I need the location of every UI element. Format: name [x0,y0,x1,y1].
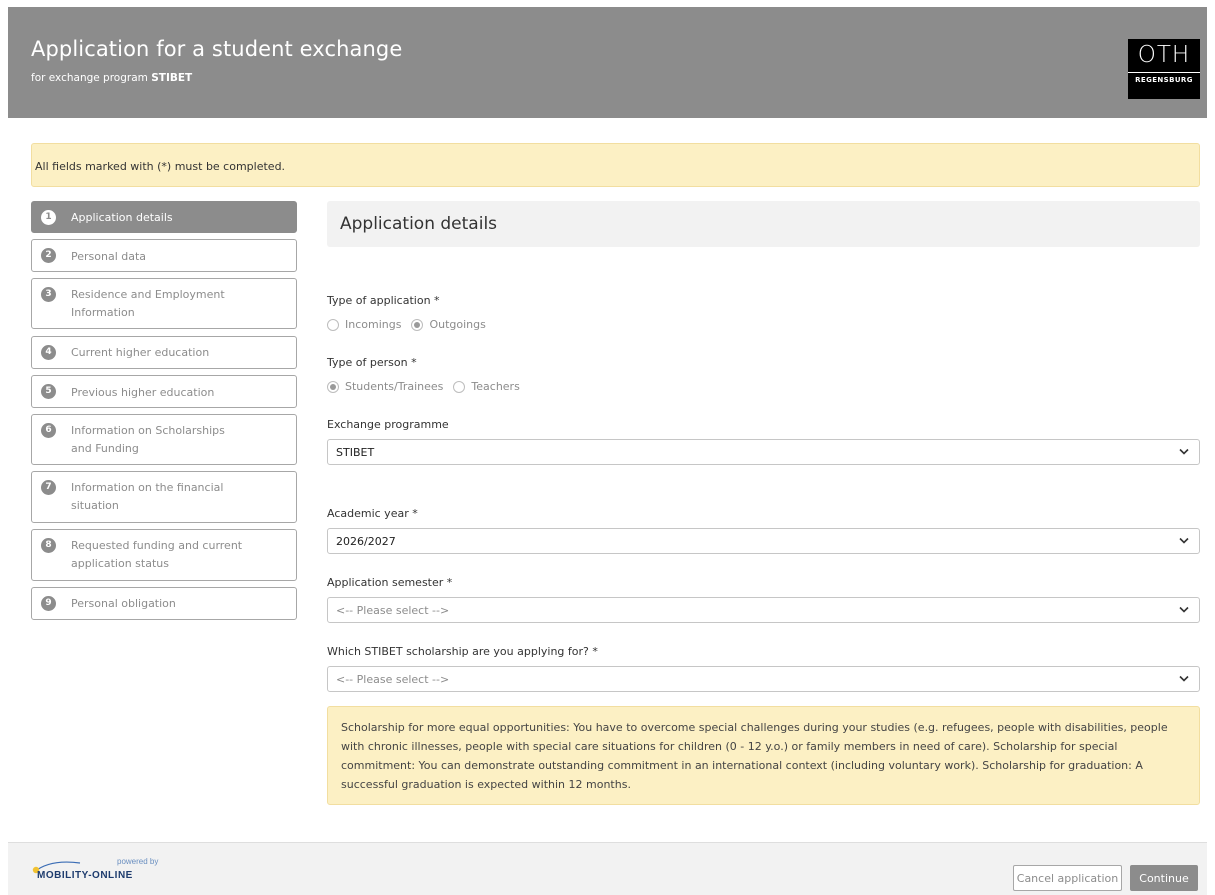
step-label: Personal obligation [71,597,176,610]
scholarship-select[interactable]: <-- Please select --> [327,666,1200,692]
page-subtitle: for exchange program STIBET [31,72,192,84]
page-footer: powered by MOBILITY-ONLINE Cancel applic… [8,842,1207,895]
mobility-online-brand: MOBILITY-ONLINE [37,870,133,881]
step-number: 5 [41,384,56,399]
incomings-radio-label[interactable]: Incomings [345,318,401,331]
subtitle-program: STIBET [151,72,193,84]
step-number: 1 [41,210,56,225]
type-of-application-radio-group: Incomings Outgoings [327,318,496,331]
step-number: 8 [41,538,56,553]
step-label: Personal data [71,250,147,263]
step-label-line2: situation [71,499,119,512]
step-application-details[interactable]: 1 Application details [31,201,297,233]
step-current-higher-education[interactable]: 4 Current higher education [31,336,297,369]
scholarship-info-box: Scholarship for more equal opportunities… [327,706,1200,805]
step-label-line1: Requested funding and current [71,539,243,552]
step-label-line1: Residence and Employment [71,288,225,301]
step-number: 2 [41,248,56,263]
scholarship-value: <-- Please select --> [336,673,450,686]
academic-year-select[interactable]: 2026/2027 [327,528,1200,554]
subtitle-prefix: for exchange program [31,72,152,84]
outgoings-radio-label[interactable]: Outgoings [429,318,485,331]
continue-button[interactable]: Continue [1130,865,1198,891]
step-requested-funding[interactable]: 8 Requested funding and current applicat… [31,529,297,581]
type-of-application-label: Type of application * [327,294,440,307]
step-label-line2: and Funding [71,442,139,455]
academic-year-label: Academic year * [327,507,418,520]
type-of-person-radio-group: Students/Trainees Teachers [327,380,530,393]
step-label-line2: application status [71,557,169,570]
logo-sub-text: REGENSBURG [1135,76,1193,84]
logo-main-text: OTH [1137,42,1191,68]
step-number: 4 [41,345,56,360]
chevron-down-icon [1179,537,1189,544]
chevron-down-icon [1179,675,1189,682]
step-label: Current higher education [71,346,210,359]
application-semester-value: <-- Please select --> [336,604,450,617]
cancel-application-button[interactable]: Cancel application [1013,865,1122,891]
outgoings-radio[interactable] [411,318,424,331]
step-previous-higher-education[interactable]: 5 Previous higher education [31,375,297,408]
students-trainees-radio[interactable] [327,380,339,393]
logo-divider [1128,72,1200,73]
type-of-person-label: Type of person * [327,356,417,369]
step-label: Application details [71,211,173,224]
step-number: 7 [41,480,56,495]
step-residence-employment[interactable]: 3 Residence and Employment Information [31,278,297,329]
page-header: Application for a student exchange for e… [8,7,1207,118]
step-personal-data[interactable]: 2 Personal data [31,239,297,272]
exchange-programme-value: STIBET [336,446,375,459]
step-label: Previous higher education [71,386,215,399]
scholarship-label: Which STIBET scholarship are you applyin… [327,645,598,658]
section-title: Application details [327,201,1200,247]
exchange-programme-select[interactable]: STIBET [327,439,1200,465]
application-semester-select[interactable]: <-- Please select --> [327,597,1200,623]
step-number: 3 [41,287,56,302]
powered-by-text: powered by [117,857,159,866]
chevron-down-icon [1179,606,1189,613]
step-label-line2: Information [71,306,135,319]
required-fields-notice: All fields marked with (*) must be compl… [31,143,1200,187]
incomings-radio[interactable] [327,318,339,331]
step-financial-situation[interactable]: 7 Information on the financial situation [31,471,297,523]
teachers-radio[interactable] [453,380,466,393]
chevron-down-icon [1179,448,1189,455]
step-number: 6 [41,423,56,438]
application-semester-label: Application semester * [327,576,453,589]
academic-year-value: 2026/2027 [336,535,396,548]
students-trainees-radio-label[interactable]: Students/Trainees [345,380,443,393]
step-scholarships-funding[interactable]: 6 Information on Scholarships and Fundin… [31,414,297,465]
exchange-programme-label: Exchange programme [327,418,449,431]
oth-logo: OTH REGENSBURG [1128,39,1200,99]
mobility-online-logo: powered by MOBILITY-ONLINE [30,857,170,887]
step-label-line1: Information on the financial [71,481,224,494]
step-label-line1: Information on Scholarships [71,424,225,437]
step-number: 9 [41,596,56,611]
teachers-radio-label[interactable]: Teachers [471,380,519,393]
step-personal-obligation[interactable]: 9 Personal obligation [31,587,297,620]
page-title: Application for a student exchange [31,37,403,61]
